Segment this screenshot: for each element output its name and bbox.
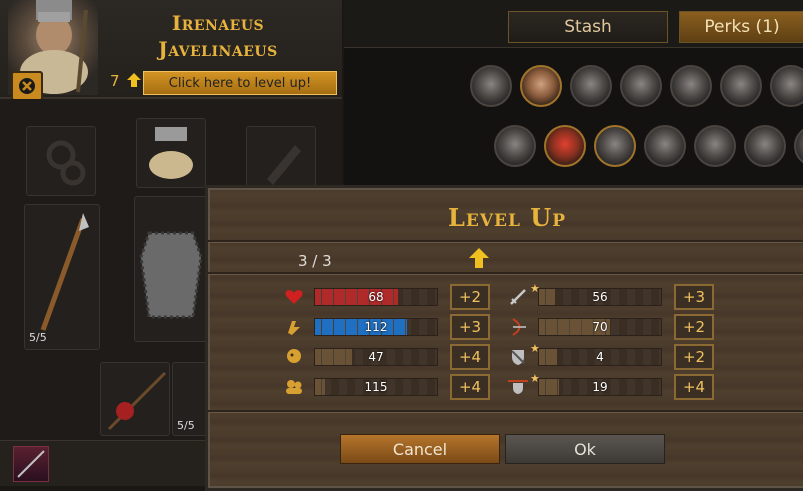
bow-icon	[508, 318, 528, 336]
shield-icon	[508, 348, 528, 366]
stat-bar: 68	[314, 288, 438, 306]
cancel-button[interactable]: Cancel	[340, 434, 500, 464]
perk-icon[interactable]	[594, 125, 636, 167]
stat-bar: 19	[538, 378, 662, 396]
stat-increase-button[interactable]: +4	[450, 374, 490, 400]
attribute-points-arrow-icon	[469, 248, 489, 268]
head-slot[interactable]	[136, 118, 206, 188]
javelin-icon	[40, 213, 89, 331]
tab-perks[interactable]: Perks (1)	[679, 11, 803, 43]
perk-icon[interactable]	[620, 65, 662, 107]
ok-button[interactable]: Ok	[505, 434, 665, 464]
character-header: Irenaeus Javelinaeus 7 Click here to lev…	[0, 0, 342, 101]
accessory-slot[interactable]	[26, 126, 96, 196]
javelin-quick-icon	[17, 450, 45, 478]
perk-icon[interactable]	[494, 125, 536, 167]
stat-value: 70	[592, 320, 608, 334]
spear-icon	[107, 371, 167, 431]
levels-available-count: 7	[110, 72, 120, 90]
stat-increase-button[interactable]: +4	[450, 344, 490, 370]
stat-value: 4	[596, 350, 604, 364]
level-up-arrow-icon	[127, 73, 141, 87]
divider	[208, 240, 803, 243]
slot-count: 5/5	[177, 419, 195, 432]
stat-value: 56	[592, 290, 608, 304]
perk-icon[interactable]	[520, 65, 562, 107]
perk-icon[interactable]	[694, 125, 736, 167]
body-slot[interactable]	[134, 196, 208, 342]
slot-count: 5/5	[29, 331, 47, 344]
stat-increase-button[interactable]: +2	[674, 314, 714, 340]
character-name-line-2: Javelinaeus	[158, 37, 278, 61]
stat-increase-button[interactable]: +3	[450, 314, 490, 340]
mainhand-slot[interactable]: 5/5	[24, 204, 100, 350]
stat-value: 115	[364, 380, 388, 394]
stat-bar: 70	[538, 318, 662, 336]
character-name-line-1: Irenaeus	[171, 11, 265, 35]
stat-increase-button[interactable]: +4	[674, 374, 714, 400]
stat-increase-button[interactable]: +3	[674, 284, 714, 310]
stat-value: 19	[592, 380, 608, 394]
quick-item-slot[interactable]	[13, 446, 49, 482]
ranged-defense-icon	[508, 378, 528, 396]
bag-slot[interactable]: 5/5	[172, 362, 208, 436]
perk-icon[interactable]	[470, 65, 512, 107]
dismiss-character-button[interactable]	[11, 71, 43, 101]
perk-icon[interactable]	[720, 65, 762, 107]
stat-bar: 112	[314, 318, 438, 336]
divider	[208, 410, 803, 413]
helmet-icon	[149, 127, 193, 179]
stat-value: 112	[364, 320, 388, 334]
stat-increase-button[interactable]: +2	[450, 284, 490, 310]
perk-icon[interactable]	[544, 125, 586, 167]
sword-icon	[508, 288, 528, 306]
stat-increase-button[interactable]: +2	[674, 344, 714, 370]
stat-value: 47	[368, 350, 384, 364]
tab-stash[interactable]: Stash	[508, 11, 668, 43]
stat-bar: 4	[538, 348, 662, 366]
perk-icon[interactable]	[570, 65, 612, 107]
resolve-icon	[284, 318, 304, 336]
heart-icon	[284, 288, 304, 306]
stat-bar: 56	[538, 288, 662, 306]
accessory-placeholder-icon	[46, 140, 86, 186]
attribute-points-remaining: 3 / 3	[298, 252, 332, 270]
stat-value: 68	[368, 290, 384, 304]
level-up-button[interactable]: Click here to level up!	[143, 71, 337, 95]
perk-icon[interactable]	[670, 65, 712, 107]
lion-icon	[284, 348, 304, 366]
mail-armor-icon	[139, 231, 203, 319]
divider	[208, 272, 803, 275]
bag-slot[interactable]	[100, 362, 170, 436]
stat-bar: 115	[314, 378, 438, 396]
perk-icon[interactable]	[744, 125, 786, 167]
perk-icon[interactable]	[644, 125, 686, 167]
initiative-icon	[284, 378, 304, 396]
dialog-title: Level Up	[447, 203, 566, 232]
character-name: Irenaeus Javelinaeus	[118, 10, 318, 62]
stat-bar: 47	[314, 348, 438, 366]
crossed-x-icon	[19, 78, 35, 94]
